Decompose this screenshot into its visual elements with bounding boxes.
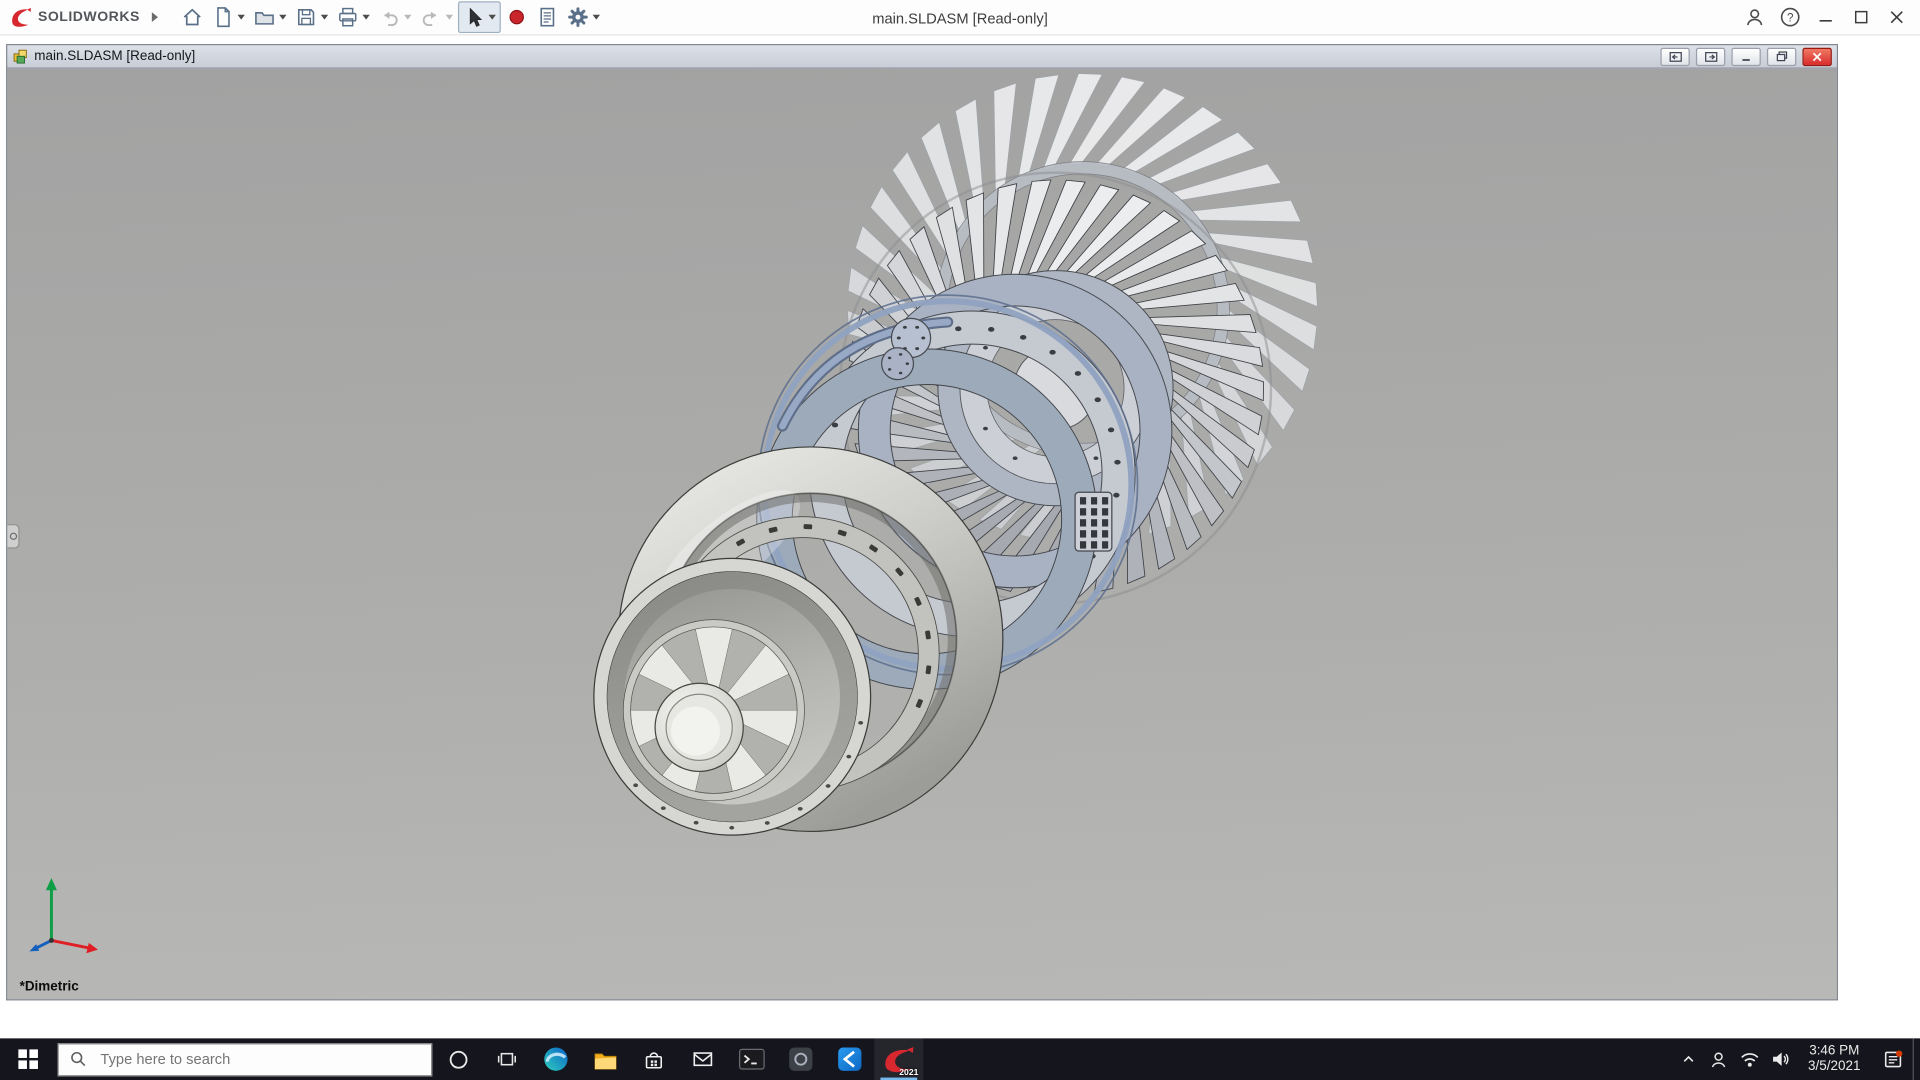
new-caret[interactable] bbox=[238, 15, 245, 20]
app-blue-button[interactable] bbox=[825, 1038, 874, 1080]
clock-time: 3:46 PM bbox=[1799, 1043, 1870, 1059]
app-titlebar: SOLIDWORKS main.SLDASM [Read-only] bbox=[0, 0, 1920, 36]
account-button[interactable] bbox=[1738, 1, 1771, 34]
graphics-area[interactable]: *Dimetric bbox=[7, 69, 1836, 1000]
document-window: main.SLDASM [Read-only] bbox=[6, 44, 1838, 1000]
tray-people-icon[interactable] bbox=[1703, 1038, 1734, 1080]
solidworks-logo: SOLIDWORKS bbox=[10, 6, 140, 29]
store-icon bbox=[642, 1047, 666, 1071]
mail-button[interactable] bbox=[678, 1038, 727, 1080]
solidworks-app-icon: 2021 bbox=[880, 1041, 917, 1078]
menu-expand-arrow[interactable] bbox=[152, 12, 158, 22]
network-icon[interactable] bbox=[1734, 1038, 1765, 1080]
quick-toolbar bbox=[178, 1, 604, 33]
select-caret[interactable] bbox=[489, 15, 496, 20]
volume-icon[interactable] bbox=[1764, 1038, 1795, 1080]
rebuild-button[interactable] bbox=[502, 2, 531, 31]
save-button[interactable] bbox=[292, 2, 332, 31]
taskbar: 2021 3:46 PM 3/5/2021 bbox=[0, 1038, 1920, 1080]
open-button[interactable] bbox=[250, 2, 290, 31]
store-button[interactable] bbox=[629, 1038, 678, 1080]
windows-logo-icon bbox=[19, 1050, 38, 1069]
maximize-button[interactable] bbox=[1844, 1, 1877, 34]
app-blue-icon bbox=[836, 1046, 863, 1073]
redo-button[interactable] bbox=[417, 2, 457, 31]
task-view-button[interactable] bbox=[482, 1038, 531, 1080]
file-properties-button[interactable] bbox=[533, 2, 562, 31]
doc-restore-button[interactable] bbox=[1767, 47, 1796, 65]
start-button[interactable] bbox=[0, 1038, 56, 1080]
close-button[interactable] bbox=[1880, 1, 1913, 34]
terminal-icon bbox=[738, 1047, 765, 1071]
tray-expand-button[interactable] bbox=[1673, 1038, 1704, 1080]
document-window-controls bbox=[1654, 47, 1832, 65]
doc-close-button[interactable] bbox=[1802, 47, 1831, 65]
save-caret[interactable] bbox=[321, 15, 328, 20]
orientation-triad[interactable] bbox=[24, 869, 102, 957]
model-jet-engine[interactable] bbox=[7, 69, 1836, 1000]
file-explorer-icon bbox=[592, 1046, 618, 1072]
clock-date: 3/5/2021 bbox=[1799, 1059, 1870, 1075]
app-gray-button[interactable] bbox=[776, 1038, 825, 1080]
taskbar-clock[interactable]: 3:46 PM 3/5/2021 bbox=[1795, 1043, 1873, 1075]
options-button[interactable] bbox=[564, 2, 604, 31]
edge-button[interactable] bbox=[531, 1038, 580, 1080]
open-caret[interactable] bbox=[279, 15, 286, 20]
document-titlebar[interactable]: main.SLDASM [Read-only] bbox=[7, 45, 1836, 68]
solidworks-taskbar-button[interactable]: 2021 bbox=[874, 1038, 923, 1080]
file-explorer-button[interactable] bbox=[580, 1038, 629, 1080]
brand-text: SOLIDWORKS bbox=[38, 10, 140, 25]
new-document-button[interactable] bbox=[208, 2, 248, 31]
search-icon bbox=[70, 1051, 87, 1068]
app-window-title: main.SLDASM [Read-only] bbox=[872, 0, 1048, 36]
home-button[interactable] bbox=[178, 2, 207, 31]
action-center-button[interactable] bbox=[1873, 1038, 1912, 1080]
taskbar-search[interactable] bbox=[58, 1043, 433, 1076]
edge-icon bbox=[542, 1046, 569, 1073]
assembly-doc-icon bbox=[12, 48, 29, 65]
document-title: main.SLDASM [Read-only] bbox=[34, 49, 195, 64]
svg-text:?: ? bbox=[1786, 12, 1793, 25]
print-caret[interactable] bbox=[363, 15, 370, 20]
help-button[interactable]: ? bbox=[1773, 1, 1806, 34]
print-button[interactable] bbox=[333, 2, 373, 31]
mail-icon bbox=[691, 1047, 715, 1071]
titlebar-controls: ? bbox=[1738, 1, 1913, 34]
show-desktop-button[interactable] bbox=[1913, 1038, 1920, 1080]
doc-minimize-button[interactable] bbox=[1731, 47, 1760, 65]
solidworks-year-badge: 2021 bbox=[899, 1069, 918, 1078]
triad-icon bbox=[24, 869, 102, 957]
undo-button[interactable] bbox=[375, 2, 415, 31]
rebuild-icon bbox=[506, 6, 528, 28]
undo-caret[interactable] bbox=[404, 15, 411, 20]
cortana-button[interactable] bbox=[433, 1038, 482, 1080]
system-tray: 3:46 PM 3/5/2021 bbox=[1673, 1038, 1920, 1080]
help-icon: ? bbox=[1779, 6, 1801, 28]
panel-tab-dot bbox=[9, 533, 16, 540]
select-button[interactable] bbox=[458, 1, 501, 33]
options-caret[interactable] bbox=[593, 15, 600, 20]
minimize-button[interactable] bbox=[1809, 1, 1842, 34]
doc-pane-right-button[interactable] bbox=[1696, 47, 1725, 65]
view-orientation-label: *Dimetric bbox=[20, 980, 79, 995]
solidworks-logo-icon bbox=[10, 6, 33, 29]
doc-pane-left-button[interactable] bbox=[1660, 47, 1689, 65]
terminal-button[interactable] bbox=[727, 1038, 776, 1080]
app-gray-icon bbox=[787, 1046, 814, 1073]
feature-panel-tab[interactable] bbox=[7, 524, 19, 548]
search-input[interactable] bbox=[98, 1049, 385, 1069]
redo-caret[interactable] bbox=[446, 15, 453, 20]
screen: SOLIDWORKS main.SLDASM [Read-only] bbox=[0, 0, 1920, 1080]
